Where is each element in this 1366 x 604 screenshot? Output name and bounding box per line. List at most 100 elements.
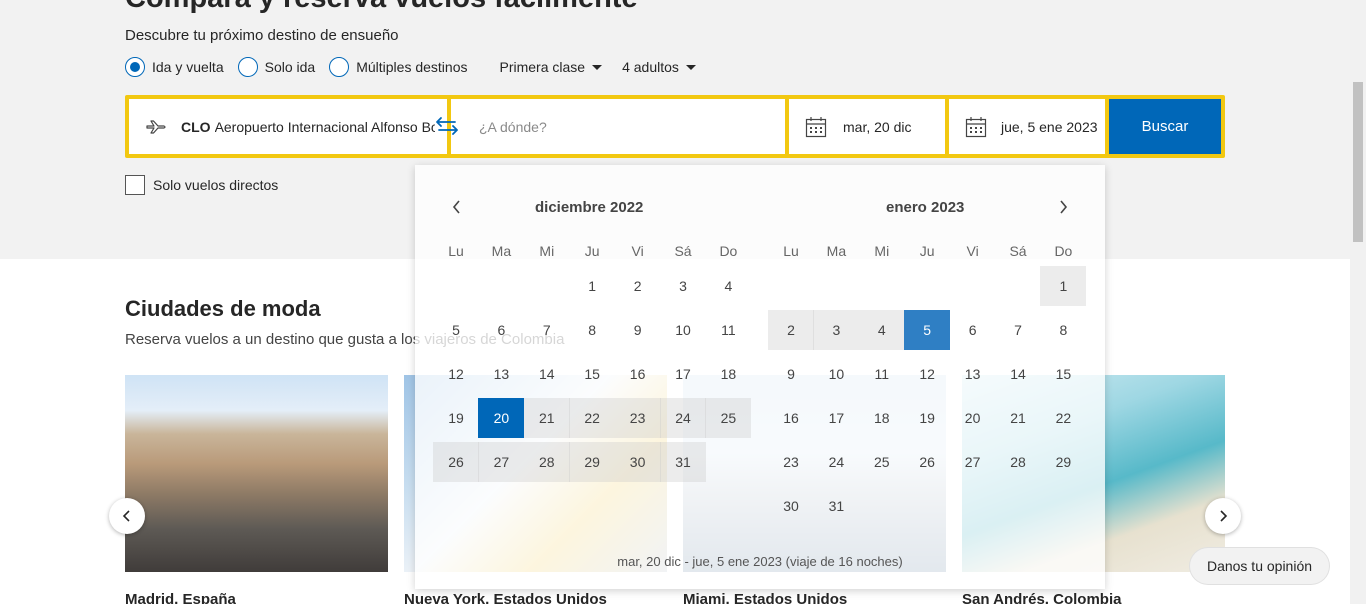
swap-icon[interactable] xyxy=(433,116,461,136)
feedback-button[interactable]: Danos tu opinión xyxy=(1190,548,1329,584)
calendar-day[interactable]: 8 xyxy=(569,310,615,350)
radio-round-trip[interactable]: Ida y vuelta xyxy=(125,57,224,77)
calendar-day[interactable]: 26 xyxy=(904,442,950,482)
calendar-day[interactable]: 19 xyxy=(904,398,950,438)
calendar-day[interactable]: 6 xyxy=(478,310,524,350)
calendar-day[interactable]: 3 xyxy=(813,310,860,350)
chevron-left-icon xyxy=(452,200,460,214)
carousel-prev-button[interactable] xyxy=(109,498,145,534)
radio-multi-city[interactable]: Múltiples destinos xyxy=(329,57,467,77)
calendar-day[interactable]: 10 xyxy=(660,310,706,350)
calendar-day[interactable]: 25 xyxy=(859,442,905,482)
calendar-day[interactable]: 13 xyxy=(950,354,996,394)
calendar-day[interactable]: 11 xyxy=(705,310,751,350)
calendar-day[interactable]: 4 xyxy=(705,266,751,306)
calendar-day[interactable]: 18 xyxy=(859,398,905,438)
hero-subtitle: Descubre tu próximo destino de ensueño xyxy=(125,27,399,44)
calendar-day[interactable]: 11 xyxy=(859,354,905,394)
radio-round-trip-dot[interactable] xyxy=(125,57,145,77)
calendar-day[interactable]: 28 xyxy=(995,442,1041,482)
calendar-day[interactable]: 17 xyxy=(813,398,859,438)
calendar-day[interactable]: 9 xyxy=(768,354,814,394)
calendar-day[interactable]: 15 xyxy=(569,354,615,394)
calendar-day[interactable]: 29 xyxy=(569,442,616,482)
calendar-day[interactable]: 20 xyxy=(950,398,996,438)
calendar-day[interactable]: 31 xyxy=(813,486,859,526)
destination-field[interactable] xyxy=(451,99,785,154)
calendar-day[interactable]: 21 xyxy=(523,398,570,438)
trip-summary: mar, 20 dic - jue, 5 ene 2023 (viaje de … xyxy=(617,554,903,569)
direct-flights-checkbox[interactable] xyxy=(125,175,145,195)
calendar-day[interactable]: 27 xyxy=(950,442,996,482)
calendar-day[interactable]: 26 xyxy=(433,442,479,482)
calendar-month-title: diciembre 2022 xyxy=(535,199,644,216)
calendar-day[interactable]: 24 xyxy=(660,398,706,438)
calendar-day[interactable]: 7 xyxy=(524,310,570,350)
calendar-day[interactable]: 14 xyxy=(995,354,1041,394)
calendar-day[interactable]: 19 xyxy=(433,398,479,438)
page-title: Compara y reserva vuelos fácilmente xyxy=(125,0,638,15)
radio-multi-city-dot[interactable] xyxy=(329,57,350,77)
passengers-dropdown[interactable]: 4 adultos xyxy=(622,59,696,75)
scrollbar[interactable] xyxy=(1350,0,1366,604)
calendar-weekday-label: Mi xyxy=(539,243,555,259)
calendar-day[interactable]: 16 xyxy=(615,354,661,394)
calendar-day[interactable]: 10 xyxy=(813,354,859,394)
radio-one-way[interactable]: Solo ida xyxy=(237,57,315,77)
direct-flights-toggle[interactable]: Solo vuelos directos xyxy=(125,175,278,195)
calendar-day[interactable]: 23 xyxy=(768,442,814,482)
city-card-madrid[interactable] xyxy=(125,375,388,572)
calendar-day[interactable]: 27 xyxy=(478,442,525,482)
calendar-day[interactable]: 9 xyxy=(615,310,661,350)
calendar-day[interactable]: 1 xyxy=(1040,266,1087,306)
calendar-day[interactable]: 29 xyxy=(1040,442,1086,482)
calendar-day[interactable]: 24 xyxy=(813,442,859,482)
calendar-day[interactable]: 30 xyxy=(614,442,661,482)
calendar-day[interactable]: 6 xyxy=(950,310,996,350)
calendar-day[interactable]: 28 xyxy=(523,442,570,482)
calendar-day[interactable]: 2 xyxy=(768,310,814,350)
city-caption[interactable]: Nueva York, Estados Unidos xyxy=(404,591,607,604)
date-picker-calendar: diciembre 2022 enero 2023 mar, 20 dic - … xyxy=(415,165,1105,589)
calendar-day[interactable]: 31 xyxy=(660,442,706,482)
calendar-day[interactable]: 25 xyxy=(705,398,752,438)
calendar-day[interactable]: 13 xyxy=(478,354,524,394)
calendar-next-month-button[interactable] xyxy=(1053,197,1073,217)
calendar-day[interactable]: 1 xyxy=(569,266,615,306)
calendar-day[interactable]: 7 xyxy=(995,310,1041,350)
calendar-day[interactable]: 17 xyxy=(660,354,706,394)
calendar-weekday-label: Sá xyxy=(1009,243,1027,259)
destination-input[interactable] xyxy=(479,118,759,135)
calendar-day[interactable]: 23 xyxy=(614,398,661,438)
scrollbar-thumb[interactable] xyxy=(1353,82,1363,242)
calendar-day[interactable]: 12 xyxy=(433,354,479,394)
calendar-day[interactable]: 18 xyxy=(705,354,751,394)
calendar-day[interactable]: 14 xyxy=(524,354,570,394)
return-date-field[interactable]: jue, 5 ene 2023 xyxy=(949,99,1105,154)
calendar-day[interactable]: 15 xyxy=(1040,354,1086,394)
calendar-day[interactable]: 8 xyxy=(1040,310,1086,350)
calendar-day[interactable]: 16 xyxy=(768,398,814,438)
calendar-day[interactable]: 22 xyxy=(569,398,616,438)
calendar-day[interactable]: 21 xyxy=(995,398,1041,438)
carousel-next-button[interactable] xyxy=(1205,498,1241,534)
origin-field[interactable]: CLO Aeropuerto Internacional Alfonso Bon… xyxy=(129,99,447,154)
city-caption[interactable]: Miami, Estados Unidos xyxy=(683,591,847,604)
calendar-day[interactable]: 22 xyxy=(1040,398,1086,438)
calendar-day[interactable]: 5 xyxy=(433,310,479,350)
calendar-day[interactable]: 2 xyxy=(615,266,661,306)
calendar-day[interactable]: 5 xyxy=(904,310,951,350)
calendar-day[interactable]: 4 xyxy=(858,310,905,350)
calendar-prev-month-button[interactable] xyxy=(447,197,467,217)
city-caption[interactable]: San Andrés, Colombia xyxy=(962,591,1121,604)
radio-one-way-dot[interactable] xyxy=(237,57,258,77)
calendar-day[interactable]: 3 xyxy=(660,266,706,306)
caret-down-icon xyxy=(685,64,696,70)
calendar-day[interactable]: 30 xyxy=(768,486,814,526)
departure-date-field[interactable]: mar, 20 dic xyxy=(789,99,945,154)
calendar-day[interactable]: 20 xyxy=(478,398,525,438)
calendar-day[interactable]: 12 xyxy=(904,354,950,394)
city-caption[interactable]: Madrid, España xyxy=(125,591,236,604)
search-button[interactable]: Buscar xyxy=(1109,99,1221,154)
cabin-class-dropdown[interactable]: Primera clase xyxy=(499,59,603,75)
